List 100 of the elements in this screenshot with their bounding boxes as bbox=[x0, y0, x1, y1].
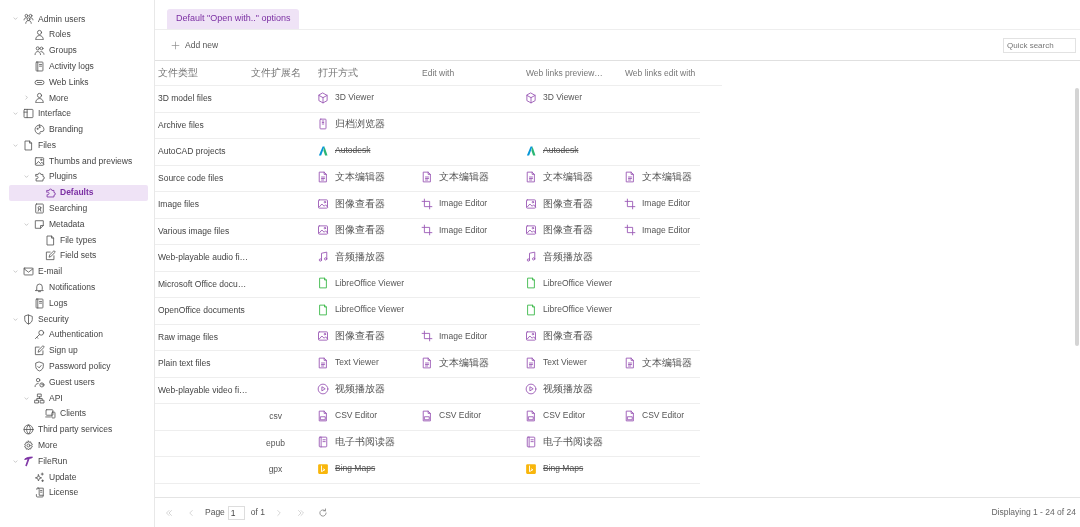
sidebar-item[interactable]: Branding bbox=[9, 121, 148, 138]
document-icon bbox=[317, 277, 329, 290]
sidebar-item[interactable]: Field sets bbox=[9, 247, 148, 264]
table-cell: 图像查看器 bbox=[317, 223, 385, 238]
sidebar-item[interactable]: Guest users bbox=[9, 374, 148, 391]
gear-icon bbox=[23, 439, 34, 451]
sidebar-item[interactable]: Third party services bbox=[9, 421, 148, 438]
column-header[interactable]: 文件扩展名 bbox=[248, 65, 315, 81]
crop-icon bbox=[421, 197, 433, 210]
sidebar-item[interactable]: E-mail bbox=[9, 263, 148, 280]
table-cell: 电子书阅读器 bbox=[317, 435, 395, 450]
add-button[interactable]: Add new bbox=[169, 35, 221, 55]
table-cell: 音频播放器 bbox=[525, 249, 593, 264]
sidebar-item[interactable]: Defaults bbox=[9, 184, 148, 201]
sidebar-item[interactable]: Update bbox=[9, 469, 148, 485]
document-icon bbox=[525, 303, 537, 316]
table-cell: Text Viewer bbox=[525, 356, 587, 370]
sidebar-item[interactable]: Sign up bbox=[9, 342, 148, 359]
sidebar-item[interactable]: Metadata bbox=[9, 216, 148, 233]
sidebar-item[interactable]: Interface bbox=[9, 105, 148, 122]
table-cell: 文本编辑器 bbox=[317, 170, 385, 185]
sidebar-item[interactable]: More bbox=[9, 90, 148, 106]
table-cell: Plain text files bbox=[158, 358, 211, 369]
sidebar-item[interactable]: Thumbs and previews bbox=[9, 153, 148, 169]
sidebar-item[interactable]: More bbox=[9, 437, 148, 454]
tab[interactable]: Default "Open with.." options bbox=[167, 9, 300, 29]
column-header[interactable]: Web links preview… bbox=[523, 66, 622, 80]
table-cell: epub bbox=[266, 436, 285, 450]
sidebar-item[interactable]: Web Links bbox=[9, 74, 148, 90]
palette-icon bbox=[34, 123, 45, 135]
sidebar-item[interactable]: Plugins bbox=[9, 168, 148, 185]
cube-icon bbox=[317, 91, 329, 104]
sidebar-item[interactable]: Logs bbox=[9, 295, 148, 312]
sidebar-item[interactable]: Admin users bbox=[9, 11, 148, 27]
sidebar-item[interactable]: API bbox=[9, 390, 148, 406]
image-icon bbox=[34, 155, 45, 167]
sidebar-item[interactable]: Password policy bbox=[9, 358, 148, 375]
book-icon bbox=[34, 60, 45, 72]
table-cell: Image files bbox=[158, 199, 200, 210]
devices-icon bbox=[45, 408, 56, 420]
table-cell: 图像查看器 bbox=[317, 329, 385, 344]
shield-icon bbox=[23, 313, 34, 325]
sidebar-item[interactable]: FileRun bbox=[9, 453, 148, 470]
file-icon bbox=[45, 234, 56, 246]
crop-icon bbox=[421, 330, 433, 343]
table-cell: AutoCAD projects bbox=[158, 146, 226, 157]
document-icon bbox=[525, 356, 537, 369]
sidebar-item[interactable]: Authentication bbox=[9, 326, 148, 343]
image-icon bbox=[317, 224, 329, 237]
sidebar-item[interactable]: Searching bbox=[9, 200, 148, 217]
sidebar-item[interactable]: Security bbox=[9, 311, 148, 327]
globe-icon bbox=[23, 424, 34, 436]
table-cell: Image Editor bbox=[421, 329, 488, 343]
table-cell: 文本编辑器 bbox=[624, 355, 692, 370]
table-cell: 3D model files bbox=[158, 93, 212, 104]
table-cell: Source code files bbox=[158, 172, 224, 183]
pencil-icon bbox=[45, 250, 56, 262]
table-cell: Microsoft Office docu… bbox=[158, 278, 247, 289]
sidebar-item[interactable]: Groups bbox=[9, 42, 148, 59]
table-cell: 视频播放器 bbox=[525, 382, 593, 397]
file-icon bbox=[23, 139, 34, 151]
sidebar-item[interactable]: Notifications bbox=[9, 279, 148, 296]
page-field[interactable]: 1 bbox=[227, 505, 245, 520]
column-header[interactable]: Web links edit with bbox=[622, 66, 722, 80]
search-field[interactable]: Quick search bbox=[1003, 37, 1076, 53]
music-note-icon bbox=[525, 250, 537, 263]
spreadsheet-file-icon bbox=[421, 409, 433, 422]
table-cell: 视频播放器 bbox=[317, 382, 385, 397]
table-cell: Archive files bbox=[158, 119, 204, 130]
table-cell: LibreOffice Viewer bbox=[317, 303, 405, 317]
search-document-icon bbox=[34, 202, 45, 214]
table-cell: LibreOffice Viewer bbox=[525, 276, 613, 290]
scrollbar[interactable] bbox=[1075, 88, 1079, 346]
column-header[interactable]: 文件类型 bbox=[155, 65, 248, 81]
sidebar-item[interactable]: Clients bbox=[9, 405, 148, 422]
table-cell: csv bbox=[269, 410, 282, 424]
sidebar-item[interactable]: Files bbox=[9, 137, 148, 154]
document-icon bbox=[421, 356, 433, 369]
sidebar-item[interactable]: Roles bbox=[9, 26, 148, 43]
cube-icon bbox=[525, 91, 537, 104]
music-note-icon bbox=[317, 250, 329, 263]
sidebar-item[interactable]: Activity logs bbox=[9, 58, 148, 75]
document-icon bbox=[624, 356, 636, 369]
document-icon bbox=[525, 277, 537, 290]
column-header[interactable]: Edit with bbox=[419, 66, 523, 80]
network-icon bbox=[34, 392, 45, 404]
table-cell: Image Editor bbox=[624, 223, 691, 237]
document-icon bbox=[317, 303, 329, 316]
column-header[interactable]: 打开方式 bbox=[315, 65, 419, 81]
table-cell: Text Viewer bbox=[317, 356, 379, 370]
sidebar-item[interactable]: License bbox=[9, 484, 148, 501]
note-icon bbox=[34, 218, 45, 230]
pencil-icon bbox=[34, 345, 45, 357]
sidebar-item[interactable]: File types bbox=[9, 232, 148, 248]
table-cell: 图像查看器 bbox=[525, 196, 593, 211]
table-cell: 图像查看器 bbox=[317, 196, 385, 211]
logo-icon bbox=[525, 462, 537, 475]
document-icon bbox=[317, 171, 329, 184]
table-cell: Bing Maps bbox=[525, 462, 584, 476]
table-cell: OpenOffice documents bbox=[158, 305, 245, 316]
